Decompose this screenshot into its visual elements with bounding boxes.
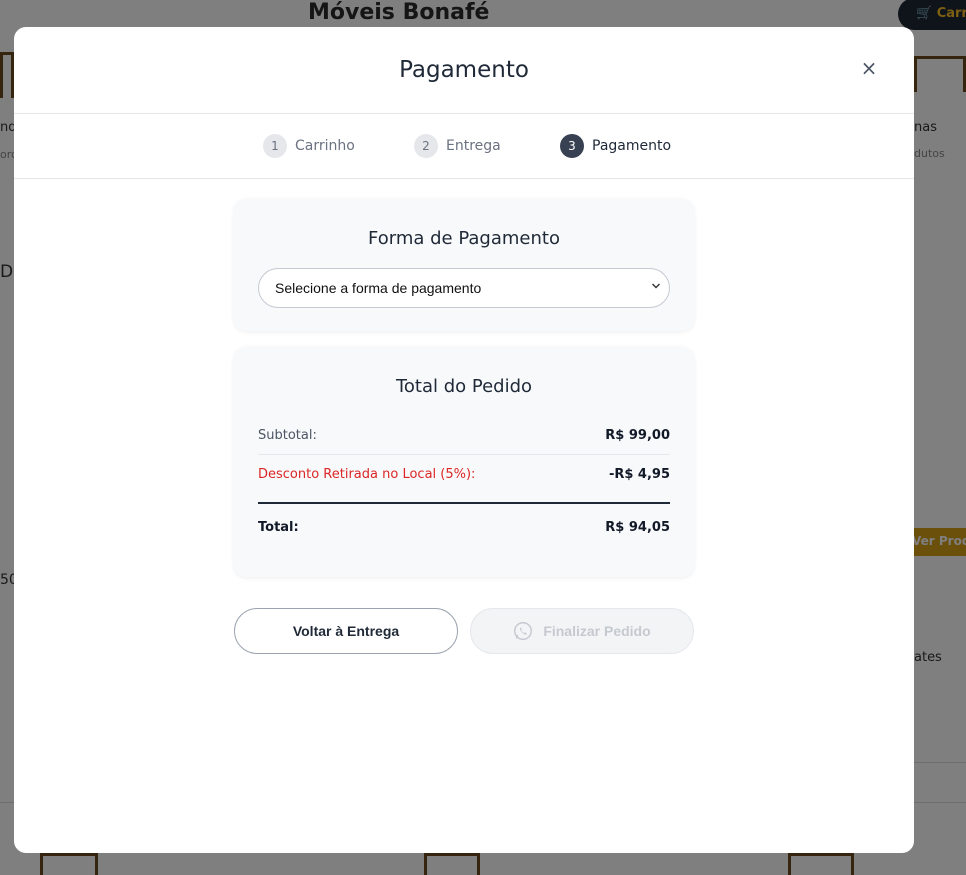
step-delivery: 2 Entrega xyxy=(414,134,501,158)
checkout-steps: 1 Carrinho 2 Entrega 3 Pagamento xyxy=(14,114,914,179)
total-value: R$ 94,05 xyxy=(605,520,670,535)
finish-button-label: Finalizar Pedido xyxy=(543,623,651,639)
chevron-down-icon xyxy=(651,279,663,293)
back-to-delivery-button[interactable]: Voltar à Entrega xyxy=(234,608,458,654)
payment-method-select[interactable]: Selecione a forma de pagamento xyxy=(258,268,670,308)
payment-method-title: Forma de Pagamento xyxy=(368,228,560,249)
step-number: 1 xyxy=(263,134,287,158)
finish-order-button[interactable]: Finalizar Pedido xyxy=(470,608,694,654)
total-divider xyxy=(258,502,670,504)
payment-method-select-value: Selecione a forma de pagamento xyxy=(275,280,482,296)
discount-value: -R$ 4,95 xyxy=(608,467,670,482)
step-number: 3 xyxy=(560,134,584,158)
subtotal-label: Subtotal: xyxy=(258,428,317,443)
modal-title: Pagamento xyxy=(399,57,529,83)
step-number: 2 xyxy=(414,134,438,158)
discount-label: Desconto Retirada no Local (5%): xyxy=(258,467,476,482)
order-total-card: Total do Pedido Subtotal: R$ 99,00 Desco… xyxy=(234,347,694,577)
payment-method-card: Forma de Pagamento Selecione a forma de … xyxy=(234,199,694,331)
order-total-title: Total do Pedido xyxy=(395,376,533,397)
back-button-label: Voltar à Entrega xyxy=(292,623,400,639)
step-cart: 1 Carrinho xyxy=(263,134,355,158)
step-payment: 3 Pagamento xyxy=(560,134,671,158)
row-divider xyxy=(258,454,670,455)
discount-row: Desconto Retirada no Local (5%): -R$ 4,9… xyxy=(258,467,670,482)
close-icon[interactable]: × xyxy=(859,58,879,78)
payment-modal: Pagamento × 1 Carrinho 2 Entrega 3 Pagam… xyxy=(14,27,914,853)
modal-header: Pagamento × xyxy=(14,27,914,114)
step-label: Entrega xyxy=(446,138,501,154)
total-label: Total: xyxy=(258,520,299,535)
total-row: Total: R$ 94,05 xyxy=(258,520,670,535)
step-label: Carrinho xyxy=(295,138,355,154)
step-label: Pagamento xyxy=(592,138,672,154)
subtotal-value: R$ 99,00 xyxy=(605,428,670,443)
subtotal-row: Subtotal: R$ 99,00 xyxy=(258,428,670,443)
whatsapp-icon xyxy=(513,621,533,641)
